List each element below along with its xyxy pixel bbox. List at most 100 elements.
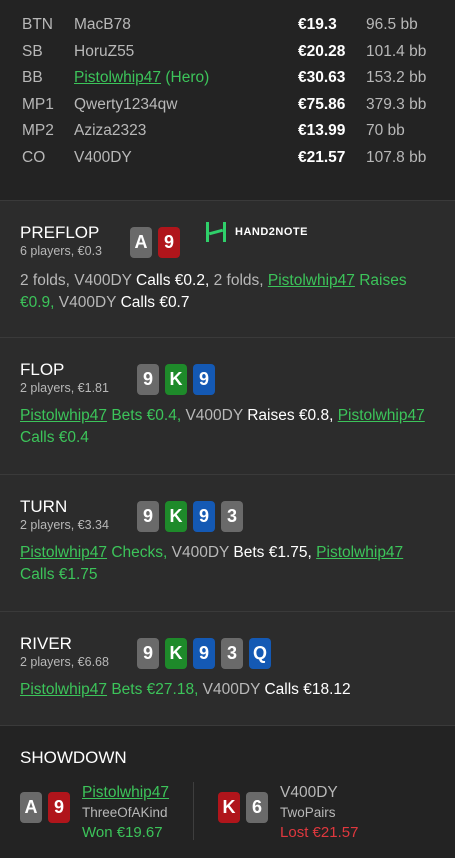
action-text: Bets €1.75, [233,544,312,561]
street-name: TURN [20,497,68,516]
playing-card: 9 [137,364,159,395]
playing-card: 9 [137,501,159,532]
action-text: 2 folds, [209,272,268,289]
player-position: MP2 [22,122,54,140]
player-name-cell: HoruZ55 [74,43,298,61]
player-name: Aziza2323 [74,122,147,140]
player-stack-bb: 379.3 bb [366,95,427,113]
player-link[interactable]: Pistolwhip47 [268,272,355,289]
street-actions: Pistolwhip47 Bets €0.4, V400DY Raises €0… [20,405,435,449]
showdown-player: K 6 V400DY TwoPairs Lost €21.57 [218,782,358,843]
street-title-block: TURN 2 players, €3.34 [20,497,130,532]
street-pot-info: 2 players, €1.81 [20,381,109,395]
action-text: Bets €0.4, [107,407,182,424]
player-name: Qwerty1234qw [74,95,178,113]
action-text: Calls €0.7 [120,294,190,311]
street-header: RIVER 2 players, €6.68 9 K 9 3 Q [20,634,435,669]
street-title-block: RIVER 2 players, €6.68 [20,634,130,669]
street-pot-info: 6 players, €0.3 [20,244,102,258]
player-stack: €20.28 [298,42,346,60]
player-stack: €75.86 [298,95,346,113]
action-text: Raises €0.8, [247,407,334,424]
street-actions: 2 folds, V400DY Calls €0.2, 2 folds, Pis… [20,270,435,314]
lost-amount: Lost €21.57 [280,824,359,841]
board-cards: A9 [130,227,180,258]
player-link[interactable]: Pistolwhip47 [316,544,403,561]
player-link[interactable]: Pistolwhip47 [20,681,107,698]
player-position: CO [22,148,46,166]
playing-card: 3 [221,501,243,532]
showdown-name-wrap: Pistolwhip47 [82,782,169,803]
hole-cards: A9 [20,792,70,843]
player-row: MP1 Qwerty1234qw €75.86 379.3 bb [22,92,435,119]
action-text: Calls €0.2, [136,272,210,289]
player-stack-bb: 70 bb [366,122,405,140]
player-stack: €21.57 [298,148,346,166]
won-amount: Won €19.67 [82,824,163,841]
player-row: CO V400DY €21.57 107.8 bb [22,145,435,172]
player-link[interactable]: Pistolwhip47 [20,544,107,561]
player-stack: €19.3 [298,16,337,34]
player-position: MP1 [22,95,54,113]
playing-card: 9 [158,227,180,258]
street-name: FLOP [20,360,65,379]
street-header: TURN 2 players, €3.34 9 K 9 3 [20,497,435,532]
playing-card: K [165,364,187,395]
player-row: BB Pistolwhip47 (Hero) €30.63 153.2 bb [22,65,435,92]
player-link[interactable]: Pistolwhip47 [20,407,107,424]
playing-card: 3 [221,638,243,669]
playing-card: K [165,501,187,532]
playing-card: Q [249,638,271,669]
action-text: V400DY [54,294,121,311]
street-title-block: FLOP 2 players, €1.81 [20,360,130,395]
hero-name-link[interactable]: Pistolwhip47 [74,69,161,86]
players-table: BTN MacB78 €19.3 96.5 bb SB HoruZ55 €20.28 101.… [0,0,455,201]
player-row: BTN MacB78 €19.3 96.5 bb [22,12,435,39]
action-text: 2 folds, [20,272,75,289]
player-name-cell: V400DY [74,149,298,167]
player-position: BTN [22,16,53,34]
player-stack-bb: 96.5 bb [366,16,418,34]
playing-card: 9 [193,638,215,669]
board-cards: 9K93 [137,501,243,532]
playing-card: 6 [246,792,269,823]
player-name-cell: MacB78 [74,16,298,34]
player-stack: €30.63 [298,69,346,87]
player-row: SB HoruZ55 €20.28 101.4 bb [22,39,435,66]
divider [193,782,195,840]
playing-card: 9 [193,364,215,395]
player-name-cell: Aziza2323 [74,122,298,140]
player-name: V400DY [74,148,132,166]
action-text: V400DY [74,272,137,289]
action-text: Bets €27.18, [107,681,199,698]
player-position: BB [22,69,43,87]
board-cards: 9K9 [137,364,215,395]
street-river: RIVER 2 players, €6.68 9 K 9 3 Q Pistolwhip47 B… [0,612,455,726]
logo-text: HAND2NOTE [235,226,308,238]
street-pot-info: 2 players, €6.68 [20,655,109,669]
hand2note-logo: HAND2NOTE [205,221,308,243]
showdown-name-wrap: V400DY [280,782,358,803]
street-name: RIVER [20,634,72,653]
street-turn: TURN 2 players, €3.34 9 K 9 3 Pistolwhip47 Che… [0,475,455,612]
player-link[interactable]: Pistolwhip47 [82,784,169,801]
street-pot-info: 2 players, €3.34 [20,518,109,532]
player-stack-bb: 101.4 bb [366,42,427,60]
action-text: V400DY [198,681,265,698]
player-position: SB [22,42,43,60]
h-logo-icon [206,222,226,242]
board-cards: 9K93Q [137,638,271,669]
player-link[interactable]: Pistolwhip47 [338,407,425,424]
player-name: MacB78 [74,16,131,34]
playing-card: K [165,638,187,669]
playing-card: 9 [137,638,159,669]
player-name-cell: Qwerty1234qw [74,96,298,114]
showdown-section: SHOWDOWN A 9 Pistolwhip47 ThreeOfAKind Won €… [0,726,455,858]
playing-card: K [218,792,241,823]
hand-strength: TwoPairs [280,805,336,820]
hero-tag: (Hero) [165,69,210,87]
player-name-cell: Pistolwhip47 (Hero) [74,69,298,87]
action-text: Calls €18.12 [264,681,351,698]
street-preflop: PREFLOP 6 players, €0.3 A 9 HAND2NOTE 2 folds… [0,201,455,338]
playing-card: 9 [193,501,215,532]
